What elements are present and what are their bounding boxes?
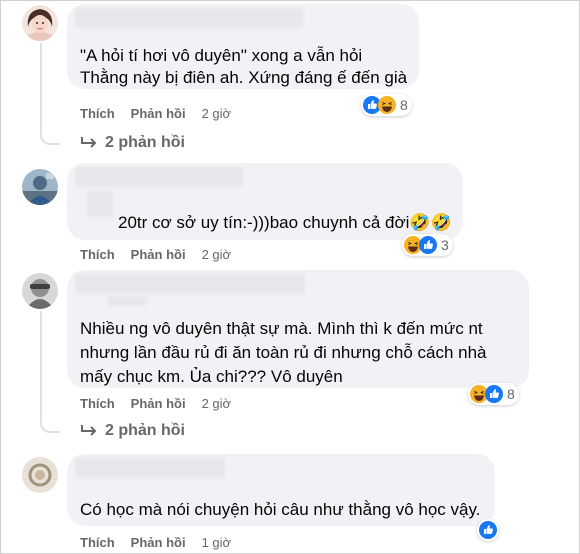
comment-text-line: Có học mà nói chuyện hỏi câu như thằng v…: [80, 500, 481, 519]
like-button[interactable]: Thích: [80, 535, 115, 550]
like-icon: [419, 236, 437, 254]
comment-text-line: Thằng này bị điên ah. Xứng đáng ế đến gi…: [80, 68, 408, 87]
replies-count-label: 2 phản hồi: [105, 134, 185, 151]
author-name-extra: [107, 296, 147, 306]
comment-bubble: Nhiều ng vô duyên thật sự mà. Mình thì k…: [67, 270, 529, 388]
thread-connector: [40, 129, 60, 145]
reply-button[interactable]: Phản hồi: [131, 396, 186, 411]
comment-thread: "A hỏi tí hơi vô duyên" xong a vẫn hỏi T…: [0, 0, 580, 554]
timestamp[interactable]: 2 giờ: [202, 396, 232, 411]
avatar[interactable]: [22, 273, 58, 309]
like-button[interactable]: Thích: [80, 396, 115, 411]
author-name[interactable]: [75, 8, 303, 28]
thread-connector: [40, 417, 60, 433]
thread-line: [40, 43, 42, 137]
reply-button[interactable]: Phản hồi: [131, 247, 186, 262]
haha-icon: [378, 96, 396, 114]
reaction-count: 8: [507, 386, 515, 402]
reply-arrow-icon: [81, 137, 97, 148]
comment-text-line: Nhiều ng vô duyên thật sự mà. Mình thì k…: [80, 319, 483, 338]
reply-arrow-icon: [81, 425, 97, 436]
author-name[interactable]: [75, 274, 305, 294]
reply-button[interactable]: Phản hồi: [131, 535, 186, 550]
reaction-summary[interactable]: [477, 519, 499, 541]
view-replies-link[interactable]: 2 phản hồi: [81, 134, 185, 152]
like-button[interactable]: Thích: [80, 247, 115, 262]
like-icon: [479, 521, 497, 539]
comment-bubble: "A hỏi tí hơi vô duyên" xong a vẫn hỏi T…: [67, 4, 419, 89]
comment-bubble: 20tr cơ sở uy tín:-)))bao chuynh cả đời🤣…: [67, 163, 463, 240]
comment-text-line: nhưng lần đầu rủ đi ăn toàn rủ đi nhưng …: [80, 343, 487, 362]
comment-text-line: 20tr cơ sở uy tín:-)))bao chuynh cả đời🤣…: [118, 213, 452, 232]
reaction-summary[interactable]: 8: [468, 383, 519, 405]
like-icon: [485, 385, 503, 403]
timestamp[interactable]: 1 giờ: [202, 535, 232, 550]
author-name[interactable]: [75, 167, 243, 187]
timestamp[interactable]: 2 giờ: [202, 247, 232, 262]
thread-line: [40, 311, 42, 423]
author-name[interactable]: [75, 458, 225, 478]
avatar[interactable]: [22, 169, 58, 205]
reaction-summary[interactable]: 3: [402, 234, 453, 256]
reaction-summary[interactable]: 8: [361, 94, 412, 116]
reaction-count: 8: [400, 97, 408, 113]
reaction-count: 3: [441, 237, 449, 253]
like-button[interactable]: Thích: [80, 106, 115, 121]
comment-actions: Thích Phản hồi 2 giờ: [80, 106, 231, 121]
comment-actions: Thích Phản hồi 1 giờ: [80, 535, 231, 550]
comment-actions: Thích Phản hồi 2 giờ: [80, 396, 231, 411]
reply-button[interactable]: Phản hồi: [131, 106, 186, 121]
comment-actions: Thích Phản hồi 2 giờ: [80, 247, 231, 262]
comment-text-line: "A hỏi tí hơi vô duyên" xong a vẫn hỏi: [80, 46, 363, 65]
replies-count-label: 2 phản hồi: [105, 422, 185, 439]
comment-text-line: mấy chục km. Ủa chi??? Vô duyên: [80, 367, 343, 386]
comment-bubble: Có học mà nói chuyện hỏi câu như thằng v…: [67, 454, 495, 526]
avatar[interactable]: [22, 5, 58, 41]
avatar[interactable]: [22, 457, 58, 493]
author-name-extra: [87, 191, 113, 217]
timestamp[interactable]: 2 giờ: [202, 106, 232, 121]
view-replies-link[interactable]: 2 phản hồi: [81, 422, 185, 440]
